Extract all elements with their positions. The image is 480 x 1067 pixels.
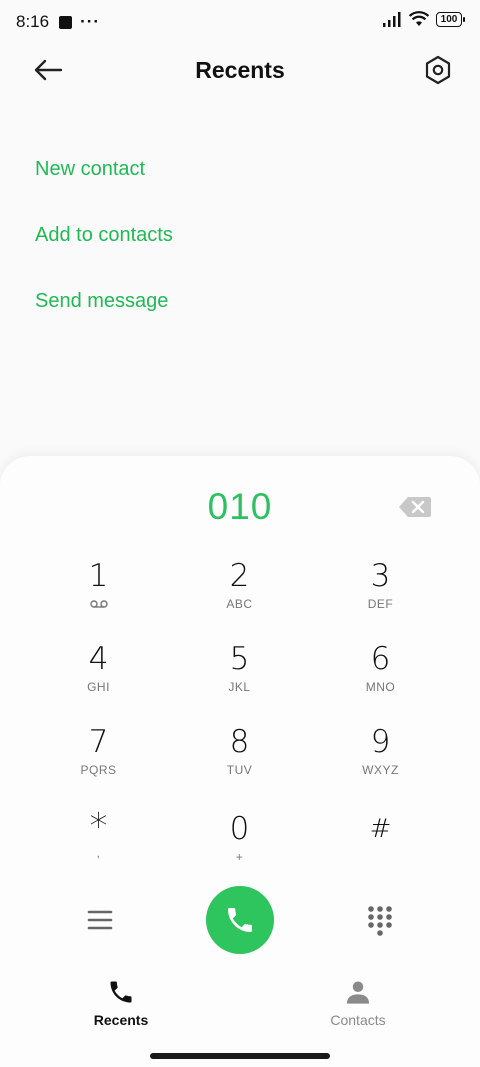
key-letters: WXYZ	[362, 763, 399, 777]
key-digit: 2	[229, 558, 250, 594]
keypad-row: * , 0 + #	[28, 800, 452, 883]
dial-actions	[0, 886, 480, 956]
key-4[interactable]: 4 GHI	[28, 634, 169, 717]
key-digit: 7	[88, 724, 109, 760]
keypad: 1 2 ABC 3 DEF 4 GHI 5 JKL 6 MNO 7 PQRS 8…	[28, 551, 452, 883]
key-0[interactable]: 0 +	[169, 800, 310, 883]
phone-icon	[228, 908, 252, 932]
key-letters: +	[235, 850, 244, 864]
bottom-nav: Recents Contacts	[0, 978, 480, 1038]
key-digit: 4	[88, 641, 109, 677]
key-letters: TUV	[226, 763, 253, 777]
key-digit: *	[89, 806, 108, 847]
page-title: Recents	[195, 56, 285, 83]
tab-label: Recents	[93, 1012, 149, 1028]
key-1[interactable]: 1	[28, 551, 169, 634]
key-7[interactable]: 7 PQRS	[28, 717, 169, 800]
key-6[interactable]: 6 MNO	[310, 634, 451, 717]
key-star[interactable]: * ,	[28, 800, 169, 883]
send-message-link[interactable]: Send message	[35, 268, 173, 334]
key-9[interactable]: 9 WXYZ	[310, 717, 451, 800]
person-icon	[346, 981, 370, 1004]
key-2[interactable]: 2 ABC	[169, 551, 310, 634]
signal-icon	[383, 11, 401, 27]
tab-contacts[interactable]: Contacts	[298, 978, 418, 1028]
key-digit: 3	[370, 558, 391, 594]
backspace-icon[interactable]	[398, 496, 432, 518]
key-digit: 5	[229, 641, 250, 677]
number-actions: New contact Add to contacts Send message	[35, 136, 173, 334]
key-digit: 6	[370, 641, 391, 677]
status-icons: 100	[382, 11, 465, 27]
app-header: Recents	[0, 44, 480, 96]
key-digit: 9	[370, 724, 391, 760]
key-digit: 0	[229, 811, 250, 847]
key-digit: 8	[229, 724, 250, 760]
voicemail-icon	[89, 600, 108, 608]
tab-recents[interactable]: Recents	[61, 978, 181, 1028]
back-arrow-icon[interactable]	[32, 56, 64, 84]
key-8[interactable]: 8 TUV	[169, 717, 310, 800]
more-notifications-icon: ···	[80, 12, 101, 31]
key-letters: ABC	[226, 597, 253, 611]
keypad-row: 1 2 ABC 3 DEF	[28, 551, 452, 634]
battery-icon: 100	[436, 11, 465, 27]
phone-icon	[110, 981, 132, 1003]
status-time: 8:16	[16, 12, 50, 31]
keypad-row: 4 GHI 5 JKL 6 MNO	[28, 634, 452, 717]
new-contact-link[interactable]: New contact	[35, 136, 173, 202]
status-bar: 8:16 ··· 100	[0, 0, 480, 44]
battery-level: 100	[440, 13, 458, 25]
tab-label: Contacts	[330, 1012, 386, 1028]
settings-hex-icon[interactable]	[424, 55, 452, 85]
wifi-icon	[409, 11, 429, 26]
dialer-panel: 010 1 2 ABC 3 DEF 4 GHI 5 JKL 6 MNO 7 PQ…	[0, 456, 480, 1067]
dialpad-icon[interactable]	[366, 904, 394, 936]
key-5[interactable]: 5 JKL	[169, 634, 310, 717]
key-letters: ,	[96, 846, 101, 860]
key-digit: 1	[88, 558, 109, 594]
key-digit: #	[369, 814, 392, 844]
key-letters: DEF	[367, 597, 394, 611]
notification-icon	[59, 15, 73, 29]
menu-icon[interactable]	[86, 906, 114, 934]
add-to-contacts-link[interactable]: Add to contacts	[35, 202, 173, 268]
key-letters: PQRS	[80, 763, 117, 777]
key-letters: GHI	[87, 680, 110, 694]
key-letters: JKL	[228, 680, 251, 694]
key-3[interactable]: 3 DEF	[310, 551, 451, 634]
key-letters: MNO	[365, 680, 396, 694]
key-hash[interactable]: #	[310, 800, 451, 883]
home-indicator[interactable]	[150, 1053, 330, 1059]
call-button[interactable]	[206, 886, 274, 954]
keypad-row: 7 PQRS 8 TUV 9 WXYZ	[28, 717, 452, 800]
